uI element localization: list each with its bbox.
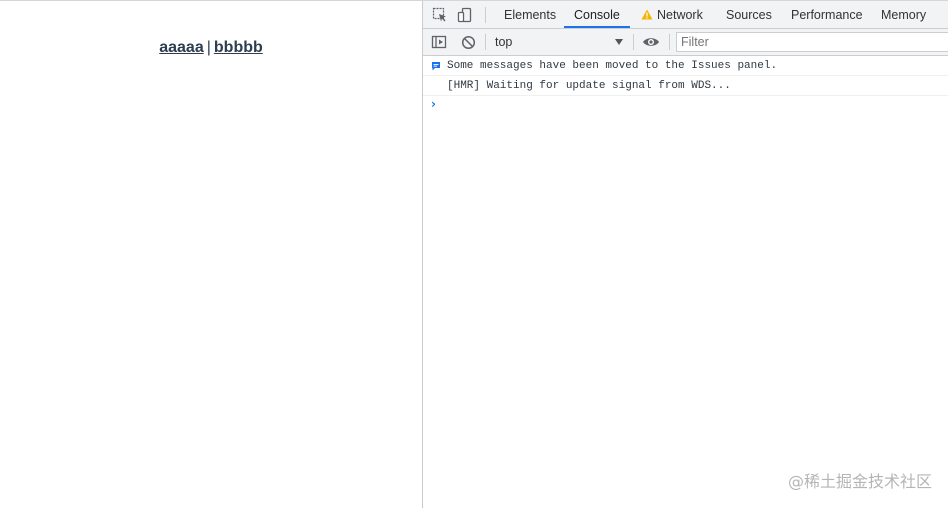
context-selector[interactable]: top — [489, 33, 627, 52]
block-icon — [461, 35, 475, 49]
live-expression-button[interactable] — [642, 33, 660, 51]
prompt-chevron-icon: › — [431, 97, 436, 111]
app-page: aaaaa | bbbbb — [0, 1, 422, 508]
app-nav: aaaaa | bbbbb — [0, 39, 422, 57]
tab-performance[interactable]: Performance — [791, 1, 863, 28]
nav-separator: | — [206, 39, 211, 56]
console-output: Some messages have been moved to the Iss… — [423, 56, 948, 116]
eye-icon — [643, 38, 659, 46]
toolbar-divider — [633, 34, 634, 50]
tab-network-label: Network — [657, 8, 703, 22]
nav-link-b[interactable]: bbbbb — [214, 39, 263, 56]
device-toolbar-button[interactable] — [456, 6, 474, 24]
device-toggle-icon — [457, 7, 472, 23]
context-value: top — [495, 35, 513, 49]
toolbar-divider — [485, 34, 486, 50]
screen: aaaaa | bbbbb Elements Console Network S… — [0, 0, 948, 508]
console-message: Some messages have been moved to the Iss… — [423, 56, 948, 76]
tab-elements[interactable]: Elements — [504, 1, 556, 28]
issues-info-icon — [432, 62, 440, 71]
chevron-down-icon — [615, 39, 623, 45]
warning-icon — [641, 9, 653, 20]
tab-sources[interactable]: Sources — [726, 1, 772, 28]
inspect-cursor-icon — [432, 7, 446, 22]
watermark: @稀土掘金技术社区 — [787, 472, 932, 491]
tab-network[interactable]: Network — [641, 1, 703, 28]
tab-console[interactable]: Console — [564, 1, 630, 28]
tab-memory[interactable]: Memory — [881, 1, 926, 28]
console-prompt[interactable]: › — [423, 96, 948, 116]
toolbar-divider — [669, 34, 670, 50]
nav-link-a[interactable]: aaaaa — [159, 39, 204, 56]
toolbar-divider — [485, 7, 486, 23]
filter-input[interactable] — [676, 32, 948, 52]
clear-console-button[interactable] — [459, 33, 477, 51]
inspect-element-button[interactable] — [431, 6, 449, 24]
console-toolbar: top — [423, 29, 948, 56]
console-message-text: [HMR] Waiting for update signal from WDS… — [447, 80, 731, 92]
console-message: [HMR] Waiting for update signal from WDS… — [423, 76, 948, 96]
sidebar-play-icon — [431, 35, 447, 49]
devtools-panel: Elements Console Network Sources Perform… — [422, 1, 948, 508]
devtools-tabbar: Elements Console Network Sources Perform… — [423, 1, 948, 29]
show-sidebar-button[interactable] — [430, 33, 448, 51]
console-message-text: Some messages have been moved to the Iss… — [447, 60, 778, 72]
